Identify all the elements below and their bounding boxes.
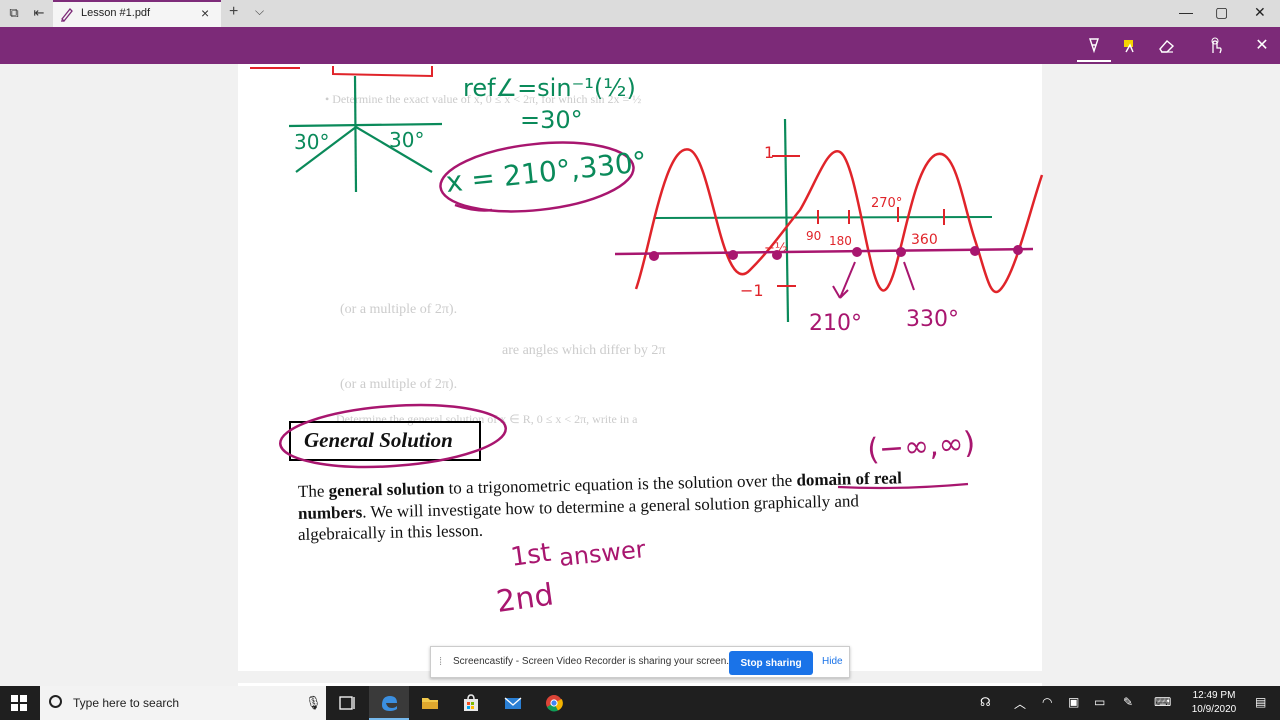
- security-icon[interactable]: ▣: [1068, 695, 1079, 709]
- task-view-icon[interactable]: [337, 693, 357, 713]
- close-ink-toolbar-icon[interactable]: ✕: [1252, 36, 1272, 56]
- chrome-icon[interactable]: [544, 693, 564, 713]
- pdf-page[interactable]: [238, 64, 1042, 671]
- paragraph-line-3: algebraically in this lesson.: [297, 520, 484, 544]
- notifications-icon[interactable]: ▤: [1255, 695, 1266, 709]
- ghost-text-line: (or a multiple of 2π).: [340, 302, 458, 317]
- taskbar: Type here to search 🎙 ☊ ︿ ◠ ▣ ▭ ✎ ⌨ 12:4…: [0, 686, 1280, 720]
- touch-keyboard-icon[interactable]: ⌨: [1154, 695, 1171, 709]
- store-icon[interactable]: [461, 693, 481, 713]
- tab-title: Lesson #1.pdf: [81, 7, 151, 19]
- microphone-icon[interactable]: 🎙: [305, 695, 322, 711]
- battery-icon[interactable]: ▭: [1094, 695, 1105, 709]
- close-window-button[interactable]: ✕: [1254, 4, 1266, 21]
- maximize-button[interactable]: ▢: [1215, 4, 1228, 21]
- banner-message: Screencastify - Screen Video Recorder is…: [453, 656, 730, 667]
- highlighter-icon[interactable]: [1120, 36, 1140, 56]
- people-icon[interactable]: ☊: [980, 695, 991, 709]
- hide-banner-link[interactable]: Hide: [822, 656, 843, 667]
- edge-browser-icon[interactable]: [379, 693, 399, 713]
- new-tab-icon[interactable]: +: [229, 3, 238, 21]
- taskbar-search-box[interactable]: Type here to search 🎙: [40, 686, 326, 720]
- tab-list-chevron-icon[interactable]: ⌵: [255, 4, 264, 19]
- tab-lesson-pdf[interactable]: Lesson #1.pdf ×: [53, 0, 221, 27]
- pdf-pen-icon: [61, 8, 73, 22]
- eraser-icon[interactable]: [1157, 36, 1177, 56]
- clock-date: 10/9/2020: [1191, 704, 1237, 715]
- ghost-text-line: (or a multiple of 2π).: [340, 377, 458, 392]
- drag-handle-icon[interactable]: ⁞: [439, 656, 442, 668]
- section-title: General Solution: [304, 428, 453, 452]
- network-icon[interactable]: ◠: [1042, 695, 1052, 709]
- search-placeholder: Type here to search: [73, 696, 180, 710]
- stop-sharing-button[interactable]: Stop sharing: [729, 651, 813, 675]
- file-explorer-icon[interactable]: [420, 693, 440, 713]
- windows-start-icon[interactable]: [11, 695, 27, 711]
- ghost-text-line: are angles which differ by 2π: [502, 343, 666, 358]
- ghost-text-line: • Determine the exact value of x, 0 ≤ x …: [325, 92, 642, 106]
- active-tool-indicator: [1077, 60, 1111, 62]
- ballpoint-pen-icon[interactable]: [1084, 36, 1104, 56]
- clock[interactable]: 12:49 PM 10/9/2020: [1184, 689, 1244, 717]
- touch-writing-icon[interactable]: [1205, 36, 1225, 56]
- clock-time: 12:49 PM: [1192, 690, 1236, 701]
- term-domain-real: domain of real: [796, 468, 903, 490]
- set-tabs-aside-icon[interactable]: ⇤: [30, 5, 48, 21]
- tab-actions-icon[interactable]: ⧉: [5, 5, 23, 21]
- minimize-button[interactable]: —: [1179, 4, 1193, 20]
- term-numbers: numbers: [297, 502, 363, 523]
- show-hidden-icons-chevron-icon[interactable]: ︿: [1014, 695, 1026, 712]
- title-bar: ⧉ ⇤ Lesson #1.pdf × + ⌵ — ▢ ✕: [0, 0, 1280, 27]
- tab-close-icon[interactable]: ×: [201, 5, 209, 21]
- term-general-solution: general solution: [328, 478, 445, 501]
- mail-icon[interactable]: [503, 693, 523, 713]
- screen-sharing-banner: ⁞ Screencastify - Screen Video Recorder …: [430, 646, 850, 678]
- pen-workspace-icon[interactable]: ✎: [1123, 695, 1133, 709]
- cortana-icon: [49, 695, 62, 708]
- paragraph-text: The: [297, 481, 329, 501]
- ink-toolbar: ✕: [0, 27, 1280, 64]
